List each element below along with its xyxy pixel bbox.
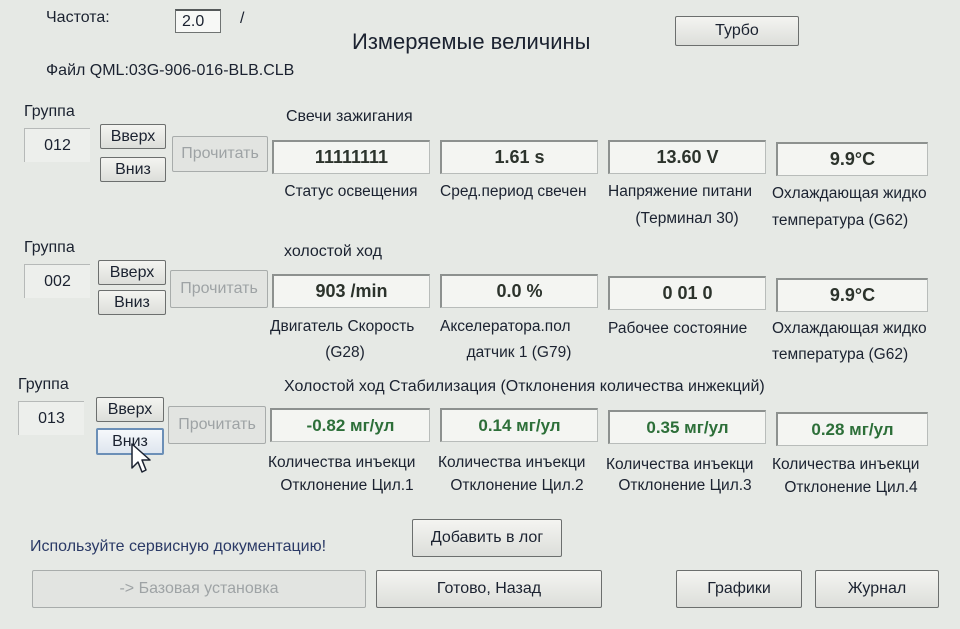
group-read-button[interactable]: Прочитать xyxy=(170,270,268,308)
value-description-2: Отклонение Цил.4 xyxy=(784,479,918,496)
measured-value: 0.28 мг/ул xyxy=(776,412,928,446)
value-description-2: Отклонение Цил.3 xyxy=(618,477,752,494)
group-label: Группа xyxy=(18,376,69,393)
value-description-2: температура (G62) xyxy=(772,346,909,363)
frequency-label: Частота: xyxy=(46,9,110,26)
measured-value: 0.14 мг/ул xyxy=(440,408,598,442)
value-description: Количества инъекци xyxy=(268,454,416,471)
group-up-button[interactable]: Вверх xyxy=(100,124,166,149)
graphs-button[interactable]: Графики xyxy=(676,570,802,608)
value-description-2: (G28) xyxy=(325,344,365,361)
mouse-cursor-icon xyxy=(131,443,151,473)
measured-value: 13.60 V xyxy=(608,140,766,174)
measured-value: 903 /min xyxy=(272,274,430,308)
measured-value: 9.9°C xyxy=(776,278,928,312)
value-description: Количества инъекци xyxy=(438,454,586,471)
frequency-input[interactable]: 2.0 xyxy=(175,9,221,33)
done-back-button[interactable]: Готово, Назад xyxy=(376,570,602,608)
turbo-button[interactable]: Турбо xyxy=(675,16,799,46)
value-description: Акселератора.пол xyxy=(440,318,571,335)
value-description: Статус освещения xyxy=(284,183,418,200)
value-description: Двигатель Скорость xyxy=(270,318,415,335)
group-down-button[interactable]: Вниз xyxy=(98,290,166,315)
group-title: Холостой ход Стабилизация (Отклонения ко… xyxy=(284,378,765,395)
measured-value: 11111111 xyxy=(272,140,430,174)
measured-value: 9.9°C xyxy=(776,142,928,176)
group-title: холостой ход xyxy=(284,243,382,260)
add-to-log-button[interactable]: Добавить в лог xyxy=(412,519,562,557)
group-down-button[interactable]: Вниз xyxy=(100,157,166,182)
measured-value: 0.0 % xyxy=(440,274,598,308)
value-description: Количества инъекци xyxy=(772,456,920,473)
group-label: Группа xyxy=(24,103,75,120)
group-read-button[interactable]: Прочитать xyxy=(168,406,266,444)
value-description: Сред.период свечен xyxy=(440,183,587,200)
value-description: Охлаждающая жидко xyxy=(772,185,927,202)
group-up-button[interactable]: Вверх xyxy=(98,260,166,285)
measured-value: -0.82 мг/ул xyxy=(270,408,430,442)
frequency-separator: / xyxy=(240,10,245,27)
page-title: Измеряемые величины xyxy=(352,29,591,54)
group-read-button[interactable]: Прочитать xyxy=(172,136,268,172)
group-up-button[interactable]: Вверх xyxy=(96,397,164,422)
value-description-2: датчик 1 (G79) xyxy=(466,344,572,361)
group-number[interactable]: 013 xyxy=(18,401,84,435)
service-doc-hint: Используйте сервисную документацию! xyxy=(30,538,327,555)
value-description: Охлаждающая жидко xyxy=(772,320,927,337)
measured-value: 1.61 s xyxy=(440,140,598,174)
value-description-2: (Терминал 30) xyxy=(635,210,739,227)
group-title: Свечи зажигания xyxy=(286,108,413,125)
value-description: Рабочее состояние xyxy=(608,320,748,337)
value-description-2: температура (G62) xyxy=(772,212,909,229)
measured-value: 0.35 мг/ул xyxy=(608,410,766,444)
value-description-2: Отклонение Цил.1 xyxy=(280,477,414,494)
value-description-2: Отклонение Цил.2 xyxy=(450,477,584,494)
group-label: Группа xyxy=(24,239,75,256)
journal-button[interactable]: Журнал xyxy=(815,570,939,608)
group-number[interactable]: 002 xyxy=(24,264,90,298)
file-label: Файл QML:03G-906-016-BLB.CLB xyxy=(46,62,295,79)
basic-setting-button[interactable]: -> Базовая установка xyxy=(32,570,366,608)
measured-value: 0 01 0 xyxy=(608,276,766,310)
value-description: Количества инъекци xyxy=(606,456,754,473)
group-number[interactable]: 012 xyxy=(24,128,90,162)
value-description: Напряжение питани xyxy=(608,183,752,200)
